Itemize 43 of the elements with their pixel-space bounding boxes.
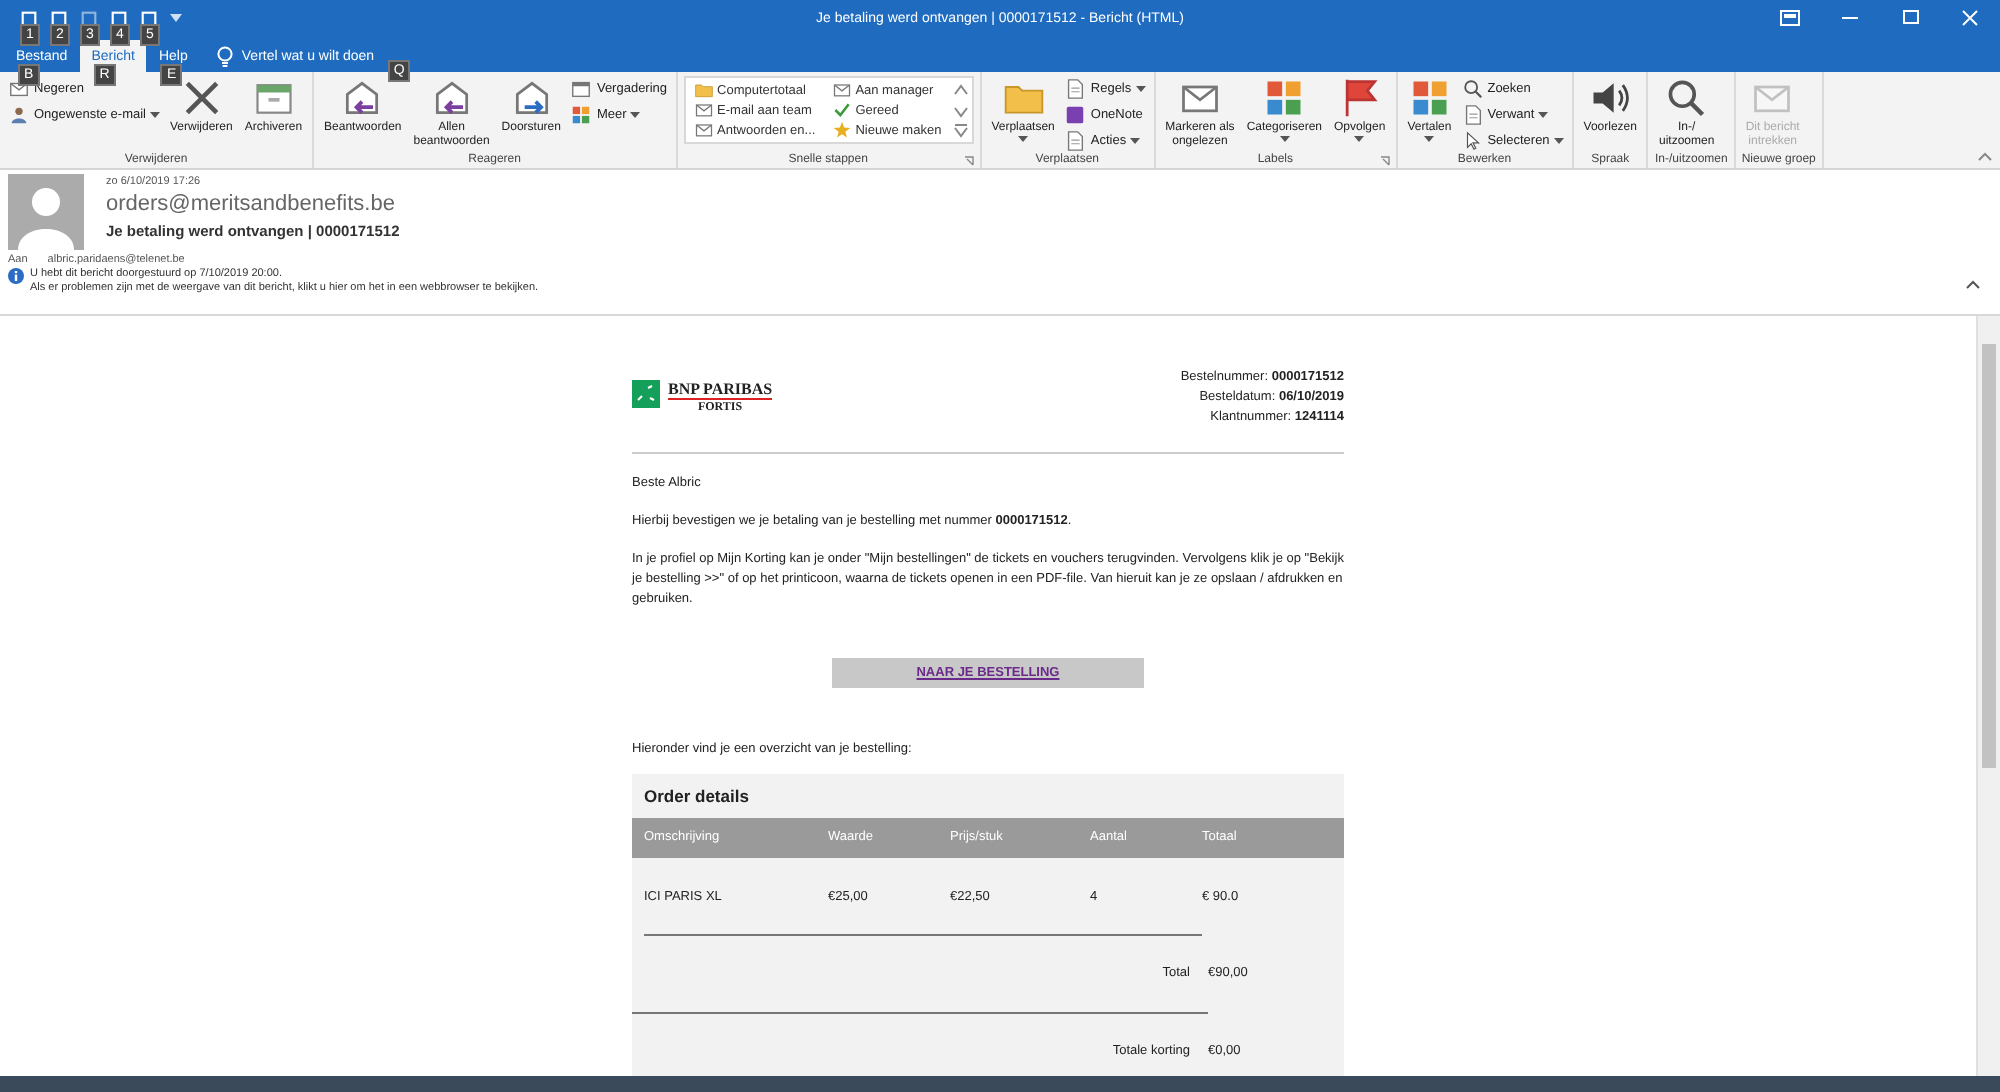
caret-icon bbox=[1538, 112, 1549, 118]
caret-icon bbox=[1424, 136, 1435, 142]
search-icon bbox=[1664, 76, 1709, 120]
close-icon[interactable] bbox=[1960, 10, 1980, 26]
check-icon bbox=[831, 100, 852, 120]
caret-icon bbox=[1130, 138, 1141, 144]
caret-icon bbox=[1279, 136, 1290, 142]
gallery-scroll-icon[interactable] bbox=[951, 80, 970, 140]
square-icon bbox=[1064, 104, 1087, 126]
document-icon bbox=[1461, 104, 1484, 126]
caret-icon bbox=[630, 112, 641, 118]
info-icon bbox=[8, 268, 24, 284]
collapse-header-icon[interactable] bbox=[1966, 280, 1980, 290]
grid-icon bbox=[1262, 76, 1307, 120]
maximize-icon[interactable] bbox=[1900, 10, 1920, 26]
grid-icon bbox=[570, 104, 593, 126]
logo-mark-icon bbox=[632, 380, 660, 408]
cursor-icon bbox=[1461, 130, 1484, 152]
folder-icon bbox=[693, 80, 714, 100]
caret-icon bbox=[1135, 86, 1146, 92]
search-icon bbox=[1461, 78, 1484, 100]
scrollbar[interactable] bbox=[1976, 316, 2000, 1076]
calendar-icon bbox=[570, 78, 593, 100]
lightbulb-icon bbox=[215, 45, 234, 67]
order-title: Order details bbox=[642, 784, 751, 810]
dialog-launcher-icon[interactable] bbox=[1379, 155, 1390, 165]
document-icon bbox=[1064, 130, 1087, 152]
caret-icon bbox=[1553, 138, 1564, 144]
dialog-launcher-icon[interactable] bbox=[963, 155, 974, 165]
envelope-icon bbox=[693, 100, 714, 120]
avatar-silhouette bbox=[8, 174, 84, 250]
logo-name: BNP PARIBAS bbox=[668, 380, 773, 400]
ribbon-options-icon[interactable] bbox=[1780, 10, 1800, 26]
sender-address: orders@meritsandbenefits.be bbox=[106, 190, 397, 220]
scrollbar-thumb[interactable] bbox=[1982, 344, 1996, 768]
document-icon bbox=[1064, 78, 1087, 100]
person-icon bbox=[8, 104, 30, 126]
caret-icon bbox=[1018, 136, 1029, 142]
caret-icon bbox=[150, 112, 160, 118]
customize-icon[interactable] bbox=[170, 12, 182, 24]
collapse-ribbon-icon[interactable] bbox=[1978, 152, 1992, 162]
star-icon bbox=[831, 120, 852, 140]
caret-icon bbox=[1354, 136, 1365, 142]
